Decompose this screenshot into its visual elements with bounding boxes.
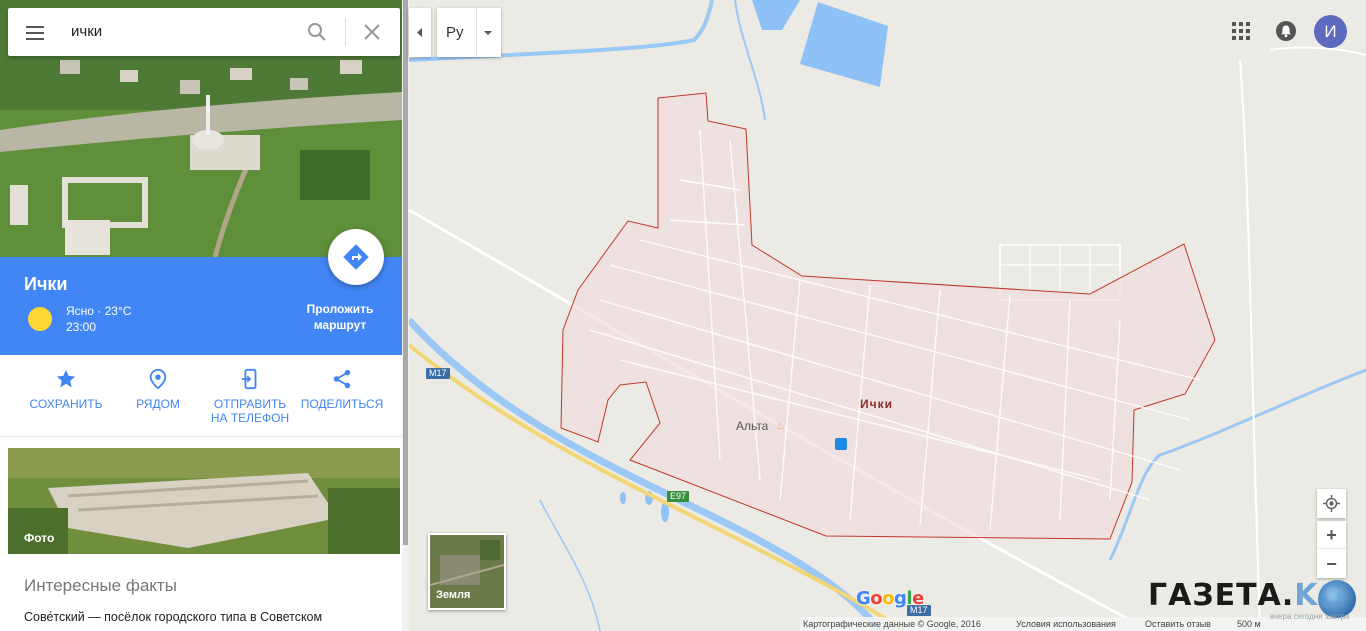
- watermark-main: ГАЗЕТА.: [1148, 578, 1295, 613]
- photo-label: Фото: [24, 531, 55, 545]
- chevron-down-icon: [484, 31, 492, 35]
- my-location-button[interactable]: [1317, 489, 1346, 518]
- scale-label[interactable]: 500 м: [1237, 619, 1261, 629]
- terms-link[interactable]: Условия использования: [1016, 619, 1116, 629]
- place-panel: ички Ички Ясно · 23°C 23:00 Проложить ма…: [0, 0, 402, 631]
- weather-info: Ясно · 23°C 23:00: [66, 303, 131, 335]
- earth-layer-toggle[interactable]: Земля: [428, 533, 506, 610]
- chevron-left-icon: [417, 28, 422, 37]
- facts-title: Интересные факты: [24, 576, 177, 595]
- language-divider: [476, 8, 477, 57]
- send-to-phone-button[interactable]: ОТПРАВИТЬ НА ТЕЛЕФОН: [202, 355, 298, 437]
- send-to-phone-label-line2: НА ТЕЛЕФОН: [210, 411, 290, 425]
- road-badge-e97: E97: [667, 491, 690, 502]
- language-label: Ру: [446, 24, 464, 41]
- google-logo: Google: [856, 588, 924, 609]
- watermark-tagline: вчера сегодня завтра: [1270, 612, 1350, 621]
- zoom-controls: + −: [1317, 521, 1346, 578]
- road-badge-m17: M17: [426, 368, 450, 379]
- search-input[interactable]: ички: [71, 23, 102, 40]
- collapse-panel-button[interactable]: [409, 8, 431, 57]
- zoom-in-button[interactable]: +: [1317, 521, 1346, 549]
- map-data-attribution: Картографические данные © Google, 2016: [803, 619, 981, 629]
- restaurant-icon[interactable]: ♨: [776, 421, 785, 432]
- send-to-phone-icon: [241, 368, 257, 390]
- panel-scrollbar-thumb[interactable]: [403, 0, 408, 545]
- sun-icon: [28, 307, 52, 331]
- my-location-icon: [1323, 495, 1340, 512]
- panel-scrollbar[interactable]: [402, 0, 409, 631]
- facts-text: Сове́тский — посёлок городского типа в С…: [24, 610, 323, 624]
- send-to-phone-label-line1: ОТПРАВИТЬ: [213, 397, 287, 411]
- earth-label: Земля: [436, 589, 471, 601]
- share-button[interactable]: ПОДЕЛИТЬСЯ: [294, 355, 390, 437]
- search-divider: [345, 18, 346, 46]
- apps-grid-icon[interactable]: [1232, 22, 1250, 40]
- notifications-icon[interactable]: [1276, 21, 1296, 41]
- weather-text: Ясно · 23°C: [66, 304, 132, 318]
- bus-stop-icon[interactable]: [835, 438, 847, 450]
- language-selector[interactable]: Ру: [437, 8, 501, 57]
- watermark-logo: ГАЗЕТА.KG: [1148, 578, 1344, 613]
- save-button[interactable]: СОХРАНИТЬ: [18, 355, 114, 437]
- star-icon: [56, 369, 76, 388]
- place-title: Ички: [24, 274, 68, 294]
- nearby-label: РЯДОМ: [136, 397, 180, 411]
- share-label: ПОДЕЛИТЬСЯ: [300, 397, 384, 411]
- app-root: Ички Альта ♨ M17 E97 M17 ички Ички Ясно …: [0, 0, 1366, 631]
- search-icon[interactable]: [305, 20, 329, 44]
- nearby-icon: [149, 368, 167, 390]
- directions-icon: [343, 244, 369, 270]
- share-icon: [333, 369, 351, 389]
- photo-thumbnail[interactable]: Фото: [8, 448, 400, 554]
- directions-label[interactable]: Проложить маршрут: [290, 301, 390, 333]
- directions-label-line2: маршрут: [313, 318, 367, 332]
- send-to-phone-label: ОТПРАВИТЬ НА ТЕЛЕФОН: [202, 397, 298, 425]
- zoom-out-button[interactable]: −: [1317, 550, 1346, 578]
- menu-button[interactable]: [22, 22, 50, 42]
- nearby-button[interactable]: РЯДОМ: [110, 355, 206, 437]
- photo-image: [8, 448, 400, 554]
- map-poi-label[interactable]: Альта: [736, 419, 768, 433]
- save-label: СОХРАНИТЬ: [29, 397, 103, 411]
- place-header: Ички Ясно · 23°C 23:00 Проложить маршрут: [0, 229, 402, 355]
- account-avatar[interactable]: И: [1314, 15, 1347, 48]
- close-icon[interactable]: [360, 20, 384, 44]
- directions-label-line1: Проложить: [306, 302, 374, 316]
- search-box: ички: [8, 8, 400, 56]
- feedback-link[interactable]: Оставить отзыв: [1145, 619, 1211, 629]
- directions-button[interactable]: [328, 229, 384, 285]
- map-place-label[interactable]: Ички: [860, 397, 893, 411]
- action-bar: СОХРАНИТЬ РЯДОМ ОТПРАВИТЬ НА ТЕЛЕФОН ПОД…: [0, 355, 402, 437]
- weather-time: 23:00: [66, 320, 97, 334]
